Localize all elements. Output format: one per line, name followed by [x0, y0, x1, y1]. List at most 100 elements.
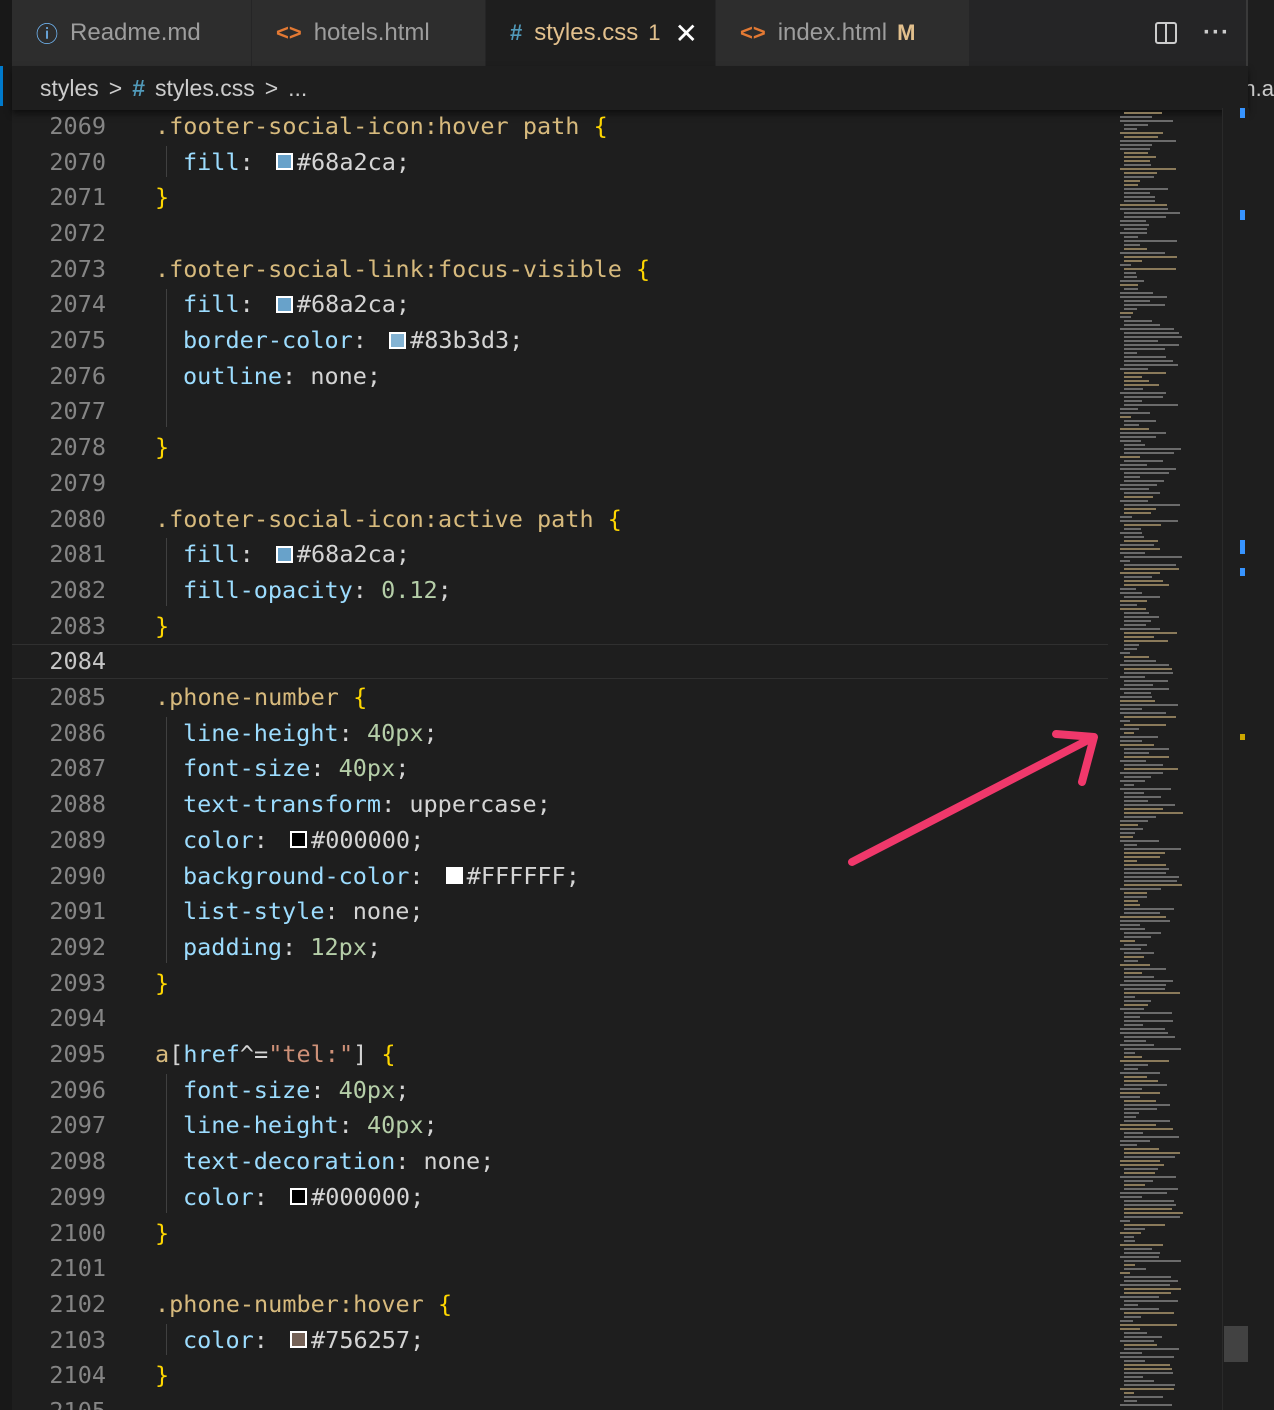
code-line[interactable]: 2102 .phone-number:hover {: [12, 1286, 1108, 1322]
code-line[interactable]: 2070 fill: #68a2ca;: [12, 144, 1108, 180]
vertical-scrollbar[interactable]: [1222, 108, 1249, 1410]
minimap-line: [1124, 152, 1148, 154]
code-line[interactable]: 2090 background-color: #FFFFFF;: [12, 858, 1108, 894]
minimap-line: [1124, 1136, 1179, 1138]
color-swatch[interactable]: [389, 331, 407, 349]
color-swatch[interactable]: [275, 153, 293, 171]
code-line[interactable]: 2082 fill-opacity: 0.12;: [12, 572, 1108, 608]
minimap-line: [1124, 900, 1138, 902]
breadcrumb-file[interactable]: styles.css: [155, 75, 255, 102]
breadcrumb-symbols[interactable]: ...: [288, 75, 307, 102]
token-brace: {: [607, 504, 622, 533]
minimap-line: [1124, 256, 1177, 258]
minimap-line: [1124, 276, 1137, 278]
token-brace: }: [155, 1361, 170, 1390]
minimap-line: [1124, 716, 1176, 718]
code-line[interactable]: 2073 .footer-social-link:focus-visible {: [12, 251, 1108, 287]
code-line[interactable]: 2078}: [12, 429, 1108, 465]
tab-hotels-html[interactable]: <> hotels.html: [252, 0, 486, 66]
minimap-line: [1120, 940, 1135, 942]
code-line[interactable]: 2083}: [12, 608, 1108, 644]
minimap-line: [1124, 564, 1176, 566]
code-line[interactable]: 2101: [12, 1250, 1108, 1286]
minimap-line: [1120, 1008, 1144, 1010]
code-line[interactable]: 2105: [12, 1393, 1108, 1410]
tab-index-html[interactable]: <> index.html M: [716, 0, 970, 66]
code-editor[interactable]: 2069 .footer-social-icon:hover path {2070…: [12, 108, 1108, 1410]
color-swatch[interactable]: [275, 545, 293, 563]
minimap-line: [1124, 880, 1177, 882]
minimap-line: [1124, 1180, 1153, 1182]
code-line[interactable]: 2092 padding: 12px;: [12, 929, 1108, 965]
minimap-line: [1124, 1380, 1154, 1382]
scrollbar-thumb[interactable]: [1224, 1326, 1248, 1362]
minimap-line: [1120, 516, 1132, 518]
code-line[interactable]: 2100}: [12, 1215, 1108, 1251]
tab-styles-css[interactable]: # styles.css 1 ✕: [486, 0, 716, 66]
token-plain: : none;: [395, 1147, 495, 1176]
code-line[interactable]: 2096 font-size: 40px;: [12, 1072, 1108, 1108]
code-line[interactable]: 2099 color: #000000;: [12, 1179, 1108, 1215]
minimap-line: [1124, 908, 1174, 910]
code-text: }: [155, 183, 169, 211]
minimap-line: [1124, 1300, 1178, 1302]
code-line[interactable]: 2095 a[href ^= "tel:"] {: [12, 1036, 1108, 1072]
token-plain: :: [409, 861, 438, 890]
code-line[interactable]: 2087 font-size: 40px;: [12, 751, 1108, 787]
token-prop: font-size: [183, 754, 311, 783]
code-line[interactable]: 2094: [12, 1001, 1108, 1037]
tab-readme-md[interactable]: ⓘ Readme.md: [12, 0, 252, 66]
code-line[interactable]: 2080 .footer-social-icon:active path {: [12, 501, 1108, 537]
code-line[interactable]: 2081 fill: #68a2ca;: [12, 536, 1108, 572]
code-line[interactable]: 2075 border-color: #83b3d3;: [12, 322, 1108, 358]
color-swatch[interactable]: [290, 831, 308, 849]
code-line[interactable]: 2097 line-height: 40px;: [12, 1108, 1108, 1144]
minimap-line: [1120, 664, 1169, 666]
code-line[interactable]: 2069 .footer-social-icon:hover path {: [12, 108, 1108, 144]
code-line[interactable]: 2077: [12, 394, 1108, 430]
code-line[interactable]: 2093}: [12, 965, 1108, 1001]
code-line[interactable]: 2104}: [12, 1358, 1108, 1394]
code-line[interactable]: 2103 color: #756257;: [12, 1322, 1108, 1358]
line-number: 2075: [49, 326, 106, 355]
minimap-line: [1124, 776, 1151, 778]
color-swatch[interactable]: [290, 1331, 308, 1349]
code-line[interactable]: 2074 fill: #68a2ca;: [12, 287, 1108, 323]
color-swatch[interactable]: [445, 867, 463, 885]
color-swatch[interactable]: [290, 1188, 308, 1206]
minimap-line: [1120, 628, 1160, 630]
token-prop: fill-opacity: [183, 575, 353, 604]
minimap-line: [1120, 740, 1142, 742]
split-editor-icon[interactable]: [1155, 22, 1178, 44]
code-line[interactable]: 2072: [12, 215, 1108, 251]
code-line[interactable]: 2084: [12, 643, 1108, 680]
code-line[interactable]: 2091 list-style: none;: [12, 893, 1108, 929]
breadcrumb-folder[interactable]: styles: [40, 75, 99, 102]
minimap-line: [1120, 652, 1130, 654]
minimap-line: [1124, 1064, 1148, 1066]
minimap-line: [1124, 960, 1138, 962]
code-line[interactable]: 2098 text-decoration: none;: [12, 1143, 1108, 1179]
minimap-line: [1124, 616, 1159, 618]
more-actions-icon[interactable]: ···: [1203, 19, 1230, 47]
minimap[interactable]: [1112, 108, 1222, 1410]
minimap-line: [1124, 896, 1147, 898]
code-line[interactable]: 2088 text-transform: uppercase;: [12, 786, 1108, 822]
code-line[interactable]: 2076 outline: none;: [12, 358, 1108, 394]
code-line[interactable]: 2085 .phone-number {: [12, 679, 1108, 715]
token-prop: color: [183, 1182, 254, 1211]
minimap-line: [1124, 384, 1159, 386]
minimap-line: [1124, 568, 1179, 570]
code-line[interactable]: 2071}: [12, 179, 1108, 215]
code-line[interactable]: 2079: [12, 465, 1108, 501]
minimap-line: [1124, 240, 1177, 242]
minimap-line: [1124, 1004, 1148, 1006]
minimap-line: [1120, 840, 1159, 842]
minimap-line: [1124, 872, 1166, 874]
color-swatch[interactable]: [275, 295, 293, 313]
minimap-line: [1124, 1184, 1145, 1186]
close-icon[interactable]: ✕: [675, 17, 698, 50]
code-line[interactable]: 2086 line-height: 40px;: [12, 715, 1108, 751]
minimap-line: [1120, 964, 1150, 966]
code-line[interactable]: 2089 color: #000000;: [12, 822, 1108, 858]
